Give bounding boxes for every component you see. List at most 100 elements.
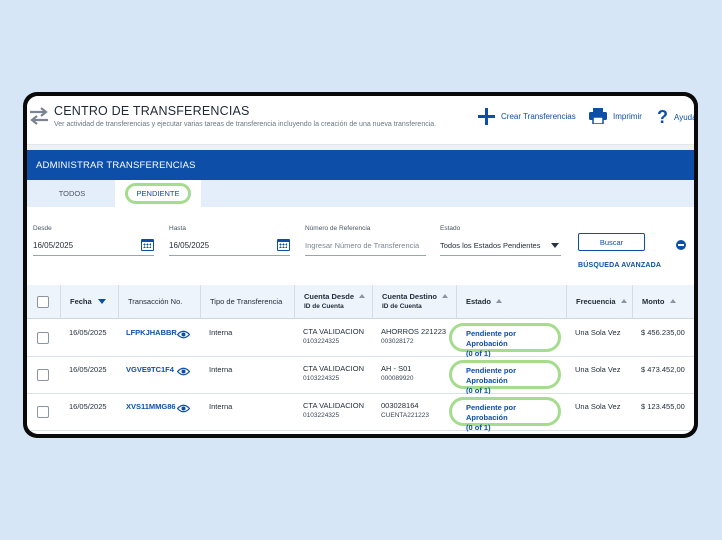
- table-row[interactable]: 16/05/2025 LFPKJHABBR Interna CTA VALIDACIO…: [27, 320, 694, 358]
- col-estado-label: Estado: [466, 297, 492, 306]
- eye-icon[interactable]: [177, 404, 190, 413]
- row-tipo: Interna: [209, 402, 233, 411]
- col-tipo-label: Tipo de Transferencia: [210, 297, 283, 306]
- row-cuenta-destino-id: 000089920: [381, 375, 414, 382]
- row-cuenta-desde-id: 0103224325: [303, 412, 340, 419]
- row-frecuencia: Una Sola Vez: [575, 328, 621, 337]
- select-all-checkbox[interactable]: [37, 296, 49, 308]
- col-destino-sub: ID de Cuenta: [382, 303, 422, 310]
- row-cuenta-desde: CTA VALIDACION: [303, 401, 364, 410]
- col-estado[interactable]: Estado: [456, 285, 566, 319]
- col-tipo: Tipo de Transferencia: [200, 285, 294, 319]
- tab-todos[interactable]: TODOS: [32, 180, 112, 207]
- row-fecha: 16/05/2025: [69, 365, 107, 374]
- hasta-value: 16/05/2025: [169, 241, 210, 250]
- row-fecha: 16/05/2025: [69, 402, 107, 411]
- status-count: (0 of 1): [466, 423, 491, 432]
- sort-icon: [669, 299, 676, 303]
- estado-select[interactable]: Todos los Estados Pendientes: [440, 239, 561, 256]
- row-tipo: Interna: [209, 365, 233, 374]
- row-frecuencia: Una Sola Vez: [575, 402, 621, 411]
- calendar-icon[interactable]: [141, 239, 154, 251]
- desde-value: 16/05/2025: [33, 241, 74, 250]
- tab-pendiente[interactable]: PENDIENTE: [115, 180, 201, 207]
- table-row[interactable]: 16/05/2025 VGVE9TC1F4 Interna CTA VALIDACIO…: [27, 357, 694, 395]
- status-text: Pendiente por Aprobación: [466, 403, 517, 422]
- help-icon: ?: [657, 107, 668, 127]
- calendar-icon[interactable]: [277, 239, 290, 251]
- row-cuenta-destino-id: 003028172: [381, 338, 414, 345]
- col-fecha-label: Fecha: [70, 297, 92, 306]
- row-monto: $ 456.235,00: [641, 328, 685, 337]
- collapse-icon[interactable]: [676, 240, 686, 250]
- row-cuenta-destino: AHORROS 221223: [381, 327, 447, 336]
- printer-icon: [589, 108, 607, 124]
- col-transaccion-label: Transacción No.: [128, 297, 183, 306]
- eye-icon[interactable]: [177, 330, 190, 339]
- col-desde-sub: ID de Cuenta: [304, 303, 344, 310]
- page-title: CENTRO DE TRANSFERENCIAS: [54, 104, 250, 118]
- status-text: Pendiente por Aprobación: [466, 329, 517, 348]
- col-frecuencia-label: Frecuencia: [576, 297, 616, 306]
- row-cuenta-desde: CTA VALIDACION: [303, 327, 364, 336]
- row-transaction-link[interactable]: XVS11MMG86: [126, 402, 176, 411]
- desde-date-field[interactable]: 16/05/2025: [33, 239, 154, 256]
- row-cuenta-destino-id: CUENTA221223: [381, 412, 429, 419]
- col-cuenta-destino[interactable]: Cuenta Destino ID de Cuenta: [372, 285, 456, 319]
- status-badge: Pendiente por Aprobación (0 of 1): [449, 323, 561, 358]
- col-desde-label: Cuenta Desde: [304, 292, 355, 301]
- app-screen: CENTRO DE TRANSFERENCIAS Ver actividad d…: [27, 96, 694, 434]
- hasta-label: Hasta: [169, 225, 186, 232]
- referencia-input[interactable]: Ingresar Número de Transferencia: [305, 239, 426, 256]
- sort-icon: [496, 299, 503, 303]
- col-monto-label: Monto: [642, 297, 665, 306]
- estado-label: Estado: [440, 225, 461, 232]
- status-badge: Pendiente por Aprobación (0 of 1): [449, 397, 561, 432]
- col-transaccion: Transacción No.: [118, 285, 200, 319]
- sort-icon: [359, 294, 366, 298]
- device-frame: CENTRO DE TRANSFERENCIAS Ver actividad d…: [23, 92, 698, 438]
- tab-bar: TODOS PENDIENTE: [27, 180, 694, 207]
- col-cuenta-desde[interactable]: Cuenta Desde ID de Cuenta: [294, 285, 372, 319]
- transfer-arrows-icon: [30, 107, 48, 125]
- row-monto: $ 123.455,00: [641, 402, 685, 411]
- print-button[interactable]: Imprimir: [589, 108, 642, 124]
- col-destino-label: Cuenta Destino: [382, 292, 438, 301]
- chevron-down-icon: [551, 243, 559, 248]
- row-cuenta-desde: CTA VALIDACION: [303, 364, 364, 373]
- col-monto[interactable]: Monto: [632, 285, 694, 319]
- page-subtitle: Ver actividad de transferencias y ejecut…: [54, 121, 437, 128]
- search-button[interactable]: Buscar: [578, 233, 645, 251]
- row-checkbox[interactable]: [37, 369, 49, 381]
- row-transaction-link[interactable]: LFPKJHABBR: [126, 328, 177, 337]
- create-transfer-button[interactable]: Crear Transferencias: [478, 108, 576, 125]
- desde-label: Desde: [33, 225, 52, 232]
- row-checkbox[interactable]: [37, 406, 49, 418]
- row-cuenta-desde-id: 0103224325: [303, 375, 340, 382]
- status-text: Pendiente por Aprobación: [466, 366, 517, 385]
- row-transaction-link[interactable]: VGVE9TC1F4: [126, 365, 174, 374]
- col-fecha[interactable]: Fecha: [60, 285, 118, 319]
- print-label: Imprimir: [613, 111, 642, 121]
- row-monto: $ 473.452,00: [641, 365, 685, 374]
- table-row[interactable]: 16/05/2025 XVS11MMG86 Interna CTA VALIDACIO…: [27, 394, 694, 432]
- referencia-label: Número de Referencia: [305, 225, 371, 232]
- create-transfer-label: Crear Transferencias: [501, 112, 576, 121]
- sort-icon: [620, 299, 627, 303]
- row-cuenta-destino: AH - S01: [381, 364, 412, 373]
- estado-value: Todos los Estados Pendientes: [440, 241, 541, 250]
- row-checkbox[interactable]: [37, 332, 49, 344]
- plus-icon: [478, 108, 495, 125]
- eye-icon[interactable]: [177, 367, 190, 376]
- row-frecuencia: Una Sola Vez: [575, 365, 621, 374]
- row-fecha: 16/05/2025: [69, 328, 107, 337]
- section-title: ADMINISTRAR TRANSFERENCIAS: [27, 150, 694, 180]
- col-frecuencia[interactable]: Frecuencia: [566, 285, 632, 319]
- table-header: Fecha Transacción No. Tipo de Transferen…: [27, 285, 694, 319]
- hasta-date-field[interactable]: 16/05/2025: [169, 239, 290, 256]
- row-tipo: Interna: [209, 328, 233, 337]
- advanced-search-link[interactable]: BÚSQUEDA AVANZADA: [578, 262, 661, 269]
- sort-desc-icon: [97, 299, 106, 304]
- page-header: CENTRO DE TRANSFERENCIAS Ver actividad d…: [27, 96, 694, 144]
- help-button[interactable]: ? Ayuda: [657, 108, 694, 126]
